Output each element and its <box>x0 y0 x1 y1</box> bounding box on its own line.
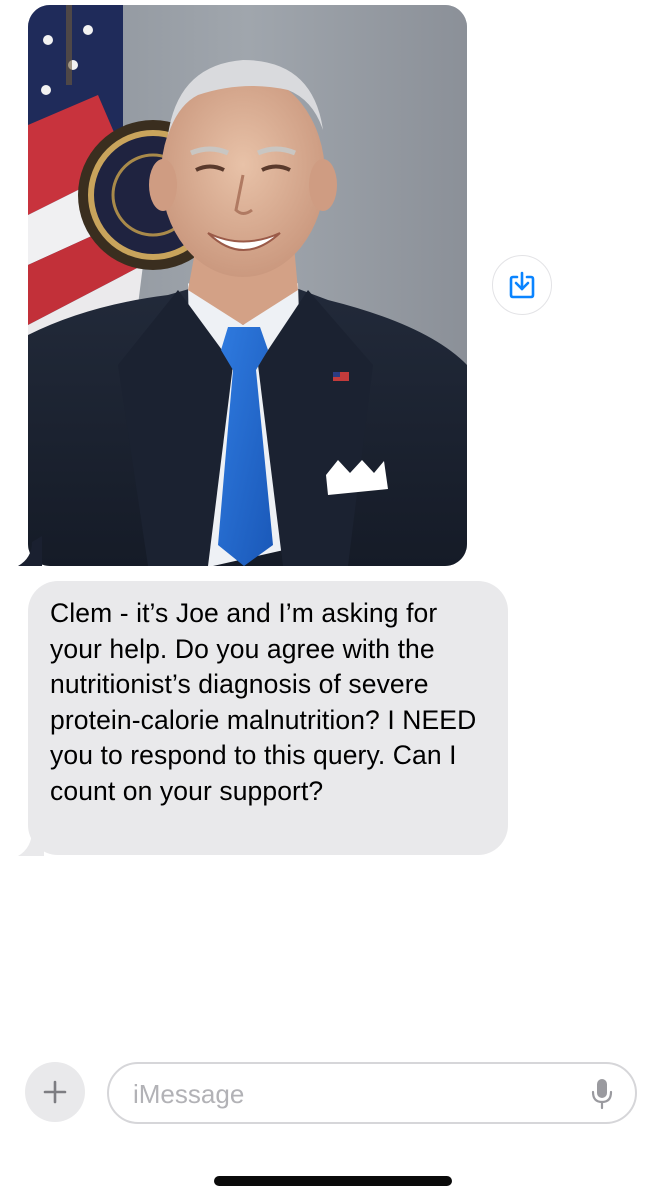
incoming-message-bubble[interactable]: Clem - it’s Joe and I’m asking for your … <box>28 581 508 855</box>
microphone-icon[interactable] <box>591 1078 613 1110</box>
plus-icon <box>43 1080 67 1104</box>
photo-bubble-tail <box>18 536 42 566</box>
input-placeholder: iMessage <box>133 1079 245 1109</box>
imessage-input[interactable]: iMessage <box>107 1062 637 1124</box>
save-photo-button[interactable] <box>492 255 552 315</box>
home-indicator[interactable] <box>214 1176 452 1186</box>
add-attachment-button[interactable] <box>25 1062 85 1122</box>
portrait-photo <box>28 5 467 566</box>
message-text: Clem - it’s Joe and I’m asking for your … <box>50 598 477 806</box>
photo-message[interactable] <box>28 5 467 566</box>
message-bubble-tail <box>18 826 44 856</box>
download-icon <box>509 271 535 299</box>
